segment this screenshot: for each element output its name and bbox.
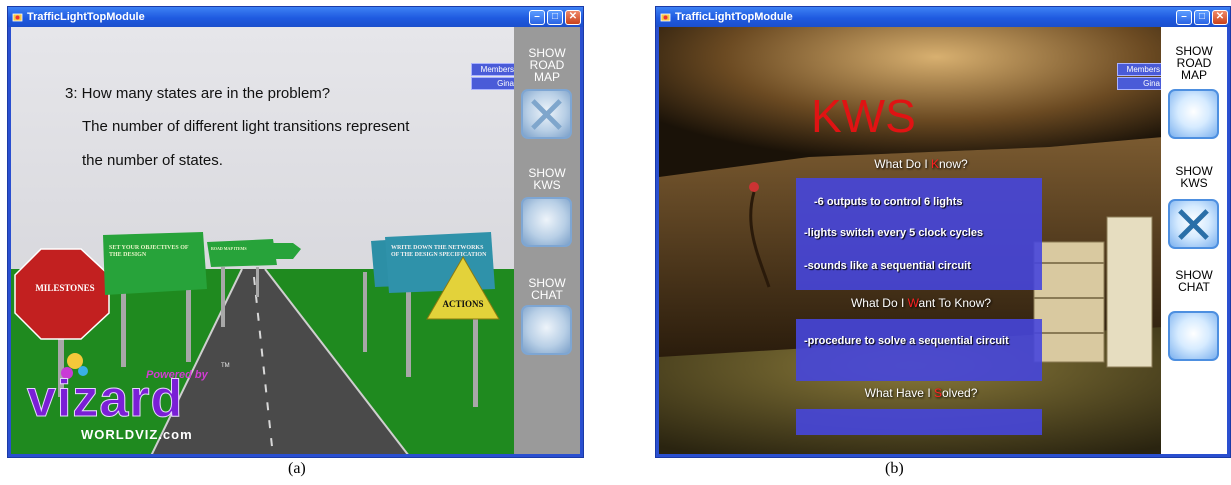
show-chat-label: SHOW CHAT <box>1175 268 1213 294</box>
want-question-post: ant To Know? <box>918 296 992 310</box>
question-title: 3: How many states are in the problem? <box>65 85 331 102</box>
vizard-logo: vizard <box>26 370 184 428</box>
know-item-2: -lights switch every 5 clock cycles <box>804 227 984 239</box>
members-panel[interactable]: Members Gina <box>471 63 517 91</box>
show-chat-button[interactable] <box>1168 311 1219 361</box>
solved-question-highlight: S <box>933 386 942 400</box>
sidebar: SHOW ROAD MAP SHOW KWS SHOW CHAT <box>514 27 580 454</box>
members-panel[interactable]: Members Gina <box>1117 63 1163 91</box>
solved-question: What Have I Solved? <box>796 386 1046 400</box>
maximize-icon: □ <box>551 11 559 22</box>
know-panel: -6 outputs to control 6 lights -lights s… <box>796 178 1042 290</box>
close-button[interactable]: ✕ <box>565 9 581 25</box>
worldviz-label: WORLDVIZ.com <box>81 427 193 442</box>
x-mark-icon <box>1178 209 1209 240</box>
minimize-button[interactable]: – <box>529 9 545 25</box>
want-panel: -procedure to solve a sequential circuit <box>796 319 1042 381</box>
window-title: TrafficLightTopModule <box>675 11 793 23</box>
know-question: What Do I Know? <box>796 157 1046 171</box>
want-item-1: -procedure to solve a sequential circuit <box>804 335 1009 347</box>
know-item-3: -sounds like a sequential circuit <box>804 260 971 272</box>
show-kws-button[interactable] <box>1168 199 1219 249</box>
small-sign-text: ROAD MAP ITEMS <box>211 246 247 251</box>
minimize-icon: – <box>1181 11 1187 22</box>
know-item-1: -6 outputs to control 6 lights <box>814 196 963 208</box>
kws-scene: KWS What Do I Know? -6 outputs to contro… <box>659 27 1227 454</box>
show-kws-label: SHOW KWS <box>528 166 566 192</box>
show-chat-button[interactable] <box>521 305 572 355</box>
close-button[interactable]: ✕ <box>1212 9 1228 25</box>
caption-b: (b) <box>885 460 904 477</box>
maximize-button[interactable]: □ <box>547 9 563 25</box>
app-icon <box>12 13 23 21</box>
show-kws-button[interactable] <box>521 197 572 247</box>
want-question-pre: What Do I <box>850 296 908 310</box>
objectives-sign-text: SET YOUR OBJECTIVES OF THE DESIGN <box>109 245 189 258</box>
title-bar[interactable]: TrafficLightTopModule – □ ✕ <box>656 7 1230 27</box>
x-mark-icon <box>531 99 562 130</box>
milestones-label: MILESTONES <box>35 283 95 293</box>
window-title: TrafficLightTopModule <box>27 11 145 23</box>
maximize-icon: □ <box>1198 11 1206 22</box>
members-header: Members <box>1117 63 1163 76</box>
logo-trademark: TM <box>221 363 230 369</box>
answer-line-2: the number of states. <box>82 152 223 169</box>
app-icon <box>660 13 671 21</box>
milestones-sign <box>14 248 110 340</box>
know-question-post: now? <box>939 157 968 171</box>
road-map-window: TrafficLightTopModule – □ ✕ 3: How many … <box>7 6 584 458</box>
title-bar[interactable]: TrafficLightTopModule – □ ✕ <box>8 7 583 27</box>
show-road-map-button[interactable] <box>521 89 572 139</box>
minimize-button[interactable]: – <box>1176 9 1192 25</box>
actions-label: ACTIONS <box>442 299 484 309</box>
solved-question-post: olved? <box>942 386 978 400</box>
want-question-highlight: W <box>907 296 919 310</box>
solved-panel <box>796 409 1042 435</box>
want-question: What Do I Want To Know? <box>796 296 1046 310</box>
maximize-button[interactable]: □ <box>1194 9 1210 25</box>
close-icon: ✕ <box>1215 11 1225 22</box>
answer-line-1: The number of different light transition… <box>82 118 410 135</box>
members-header: Members <box>471 63 517 76</box>
show-road-map-button[interactable] <box>1168 89 1219 139</box>
kws-title: KWS <box>811 90 916 142</box>
networks-sign-text: WRITE DOWN THE NETWORKS OF THE DESIGN SP… <box>391 245 487 258</box>
minimize-icon: – <box>534 11 540 22</box>
show-chat-label: SHOW CHAT <box>528 276 566 302</box>
solved-question-pre: What Have I <box>864 386 934 400</box>
show-kws-label: SHOW KWS <box>1175 164 1213 190</box>
close-icon: ✕ <box>568 11 578 22</box>
member-name[interactable]: Gina <box>1117 77 1163 90</box>
member-name[interactable]: Gina <box>471 77 517 90</box>
show-road-map-label: SHOW ROAD MAP <box>1175 44 1213 82</box>
show-road-map-label: SHOW ROAD MAP <box>528 46 566 84</box>
know-question-pre: What Do I <box>874 157 931 171</box>
kws-window: TrafficLightTopModule – □ ✕ KWS What Do … <box>655 6 1231 458</box>
sidebar: SHOW ROAD MAP SHOW KWS SHOW CHAT <box>1161 27 1227 454</box>
know-question-highlight: K <box>930 157 939 171</box>
caption-a: (a) <box>288 460 306 477</box>
road-map-scene: 3: How many states are in the problem? T… <box>11 27 580 454</box>
